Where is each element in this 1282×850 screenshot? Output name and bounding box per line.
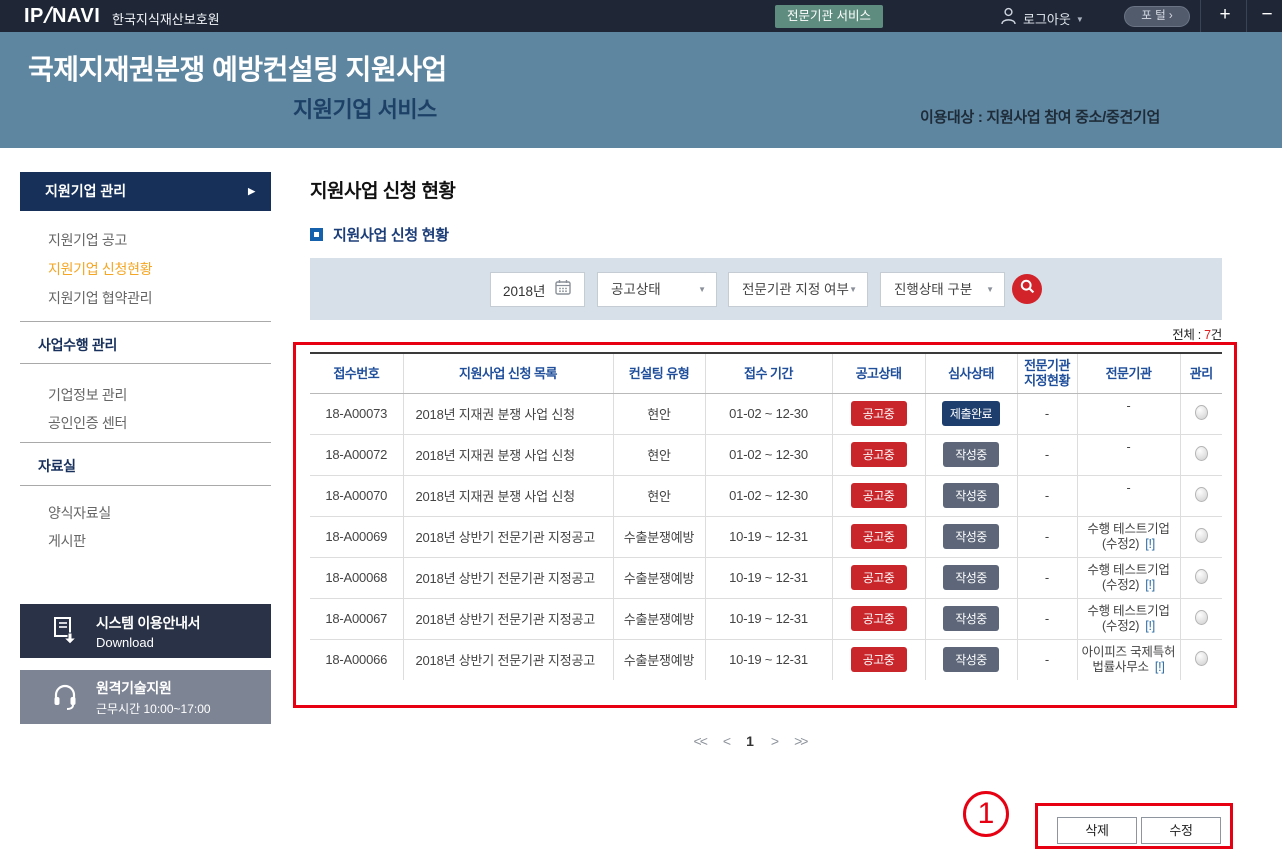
remote-support-hours: 근무시간 10:00~17:00: [96, 700, 211, 717]
sidebar-menu-company-management[interactable]: 지원기업 관리 ▶: [20, 172, 271, 211]
delete-button[interactable]: 삭제: [1057, 817, 1137, 844]
sidebar-item-company-notice[interactable]: 지원기업 공고: [48, 230, 127, 250]
page-banner: 국제지재권분쟁 예방컨설팅 지원사업 지원기업 서비스 이용대상 : 지원사업 …: [0, 32, 1282, 148]
remote-support-banner[interactable]: 원격기술지원 근무시간 10:00~17:00: [20, 670, 271, 724]
section-header: 지원사업 신청 현황: [310, 224, 449, 245]
logout-caret-icon: ▼: [1076, 15, 1084, 24]
search-filter-bar: 2018년 공고상태▼ 전문기관 지정 여부▼ 진행상태 구분▼: [310, 258, 1222, 320]
app-window: IP/NAVI 한국지식재산보호원 전문기관 서비스 로그아웃▼ 포 털 › +…: [0, 0, 1282, 850]
sidebar-divider: [20, 321, 271, 322]
sidebar-item-application-status[interactable]: 지원기업 신청현황: [48, 259, 152, 279]
audience-note: 이용대상 : 지원사업 참여 중소/중견기업: [920, 106, 1160, 127]
manual-download-title: 시스템 이용안내서: [96, 613, 200, 633]
page-title: 지원사업 신청 현황: [310, 176, 455, 203]
sidebar-section-archive[interactable]: 자료실: [38, 456, 76, 476]
manual-download-banner[interactable]: 시스템 이용안내서 Download: [20, 604, 271, 658]
sidebar-section-business-execution[interactable]: 사업수행 관리: [38, 335, 117, 355]
sidebar-item-form-archive[interactable]: 양식자료실: [48, 503, 111, 523]
topbar-divider: [1200, 0, 1201, 32]
pagination-page-1[interactable]: 1: [746, 733, 754, 749]
progress-status-select[interactable]: 진행상태 구분▼: [880, 272, 1005, 307]
section-bullet-icon: [310, 228, 323, 241]
search-icon: [1020, 279, 1035, 299]
document-download-icon: [52, 617, 78, 645]
total-count-number: 7: [1204, 328, 1211, 342]
sidebar-item-certificate-center[interactable]: 공인인증 센터: [48, 413, 127, 433]
select-caret-icon: ▼: [986, 273, 994, 306]
agency-designation-select[interactable]: 전문기관 지정 여부▼: [728, 272, 868, 307]
pagination-first[interactable]: <<: [694, 733, 706, 749]
pagination-last[interactable]: >>: [794, 733, 806, 749]
search-button[interactable]: [1012, 274, 1042, 304]
sidebar-item-board[interactable]: 게시판: [48, 531, 86, 551]
service-title: 국제지재권분쟁 예방컨설팅 지원사업: [28, 48, 447, 88]
manual-download-subtitle: Download: [96, 635, 200, 650]
calendar-icon: [555, 279, 571, 300]
sidebar-divider: [20, 485, 271, 486]
service-subtitle: 지원기업 서비스: [293, 92, 437, 124]
year-picker[interactable]: 2018년: [490, 272, 585, 307]
top-bar: IP/NAVI 한국지식재산보호원 전문기관 서비스 로그아웃▼ 포 털 › +…: [0, 0, 1282, 32]
user-icon: [1000, 7, 1017, 30]
expert-service-button[interactable]: 전문기관 서비스: [775, 5, 883, 28]
year-value: 2018년: [503, 280, 545, 300]
section-title: 지원사업 신청 현황: [333, 224, 449, 245]
logout-button[interactable]: 로그아웃▼: [1023, 9, 1084, 28]
pagination: << < 1 > >>: [310, 733, 1190, 749]
total-count: 전체 : 7건: [310, 324, 1222, 343]
remote-support-title: 원격기술지원: [96, 678, 211, 698]
menu-arrow-icon: ▶: [248, 172, 255, 211]
sidebar-divider: [20, 363, 271, 364]
topbar-divider: [1246, 0, 1247, 32]
headset-icon: [52, 684, 78, 710]
pagination-next[interactable]: >: [771, 733, 777, 749]
sidebar-item-company-info[interactable]: 기업정보 관리: [48, 385, 127, 405]
pagination-prev[interactable]: <: [723, 733, 729, 749]
select-caret-icon: ▼: [698, 273, 706, 306]
edit-button[interactable]: 수정: [1141, 817, 1221, 844]
zoom-in-button[interactable]: +: [1208, 0, 1242, 32]
ipnavi-logo[interactable]: IP/NAVI: [24, 5, 100, 28]
zoom-out-button[interactable]: −: [1250, 0, 1282, 32]
select-caret-icon: ▼: [849, 273, 857, 306]
org-name: 한국지식재산보호원: [112, 9, 220, 28]
notice-status-select[interactable]: 공고상태▼: [597, 272, 717, 307]
table-highlight-annotation: [293, 342, 1237, 708]
annotation-number-circle: 1: [963, 791, 1009, 837]
sidebar-divider: [20, 442, 271, 443]
sidebar-item-agreement-management[interactable]: 지원기업 협약관리: [48, 288, 152, 308]
portal-button[interactable]: 포 털 ›: [1124, 6, 1190, 27]
